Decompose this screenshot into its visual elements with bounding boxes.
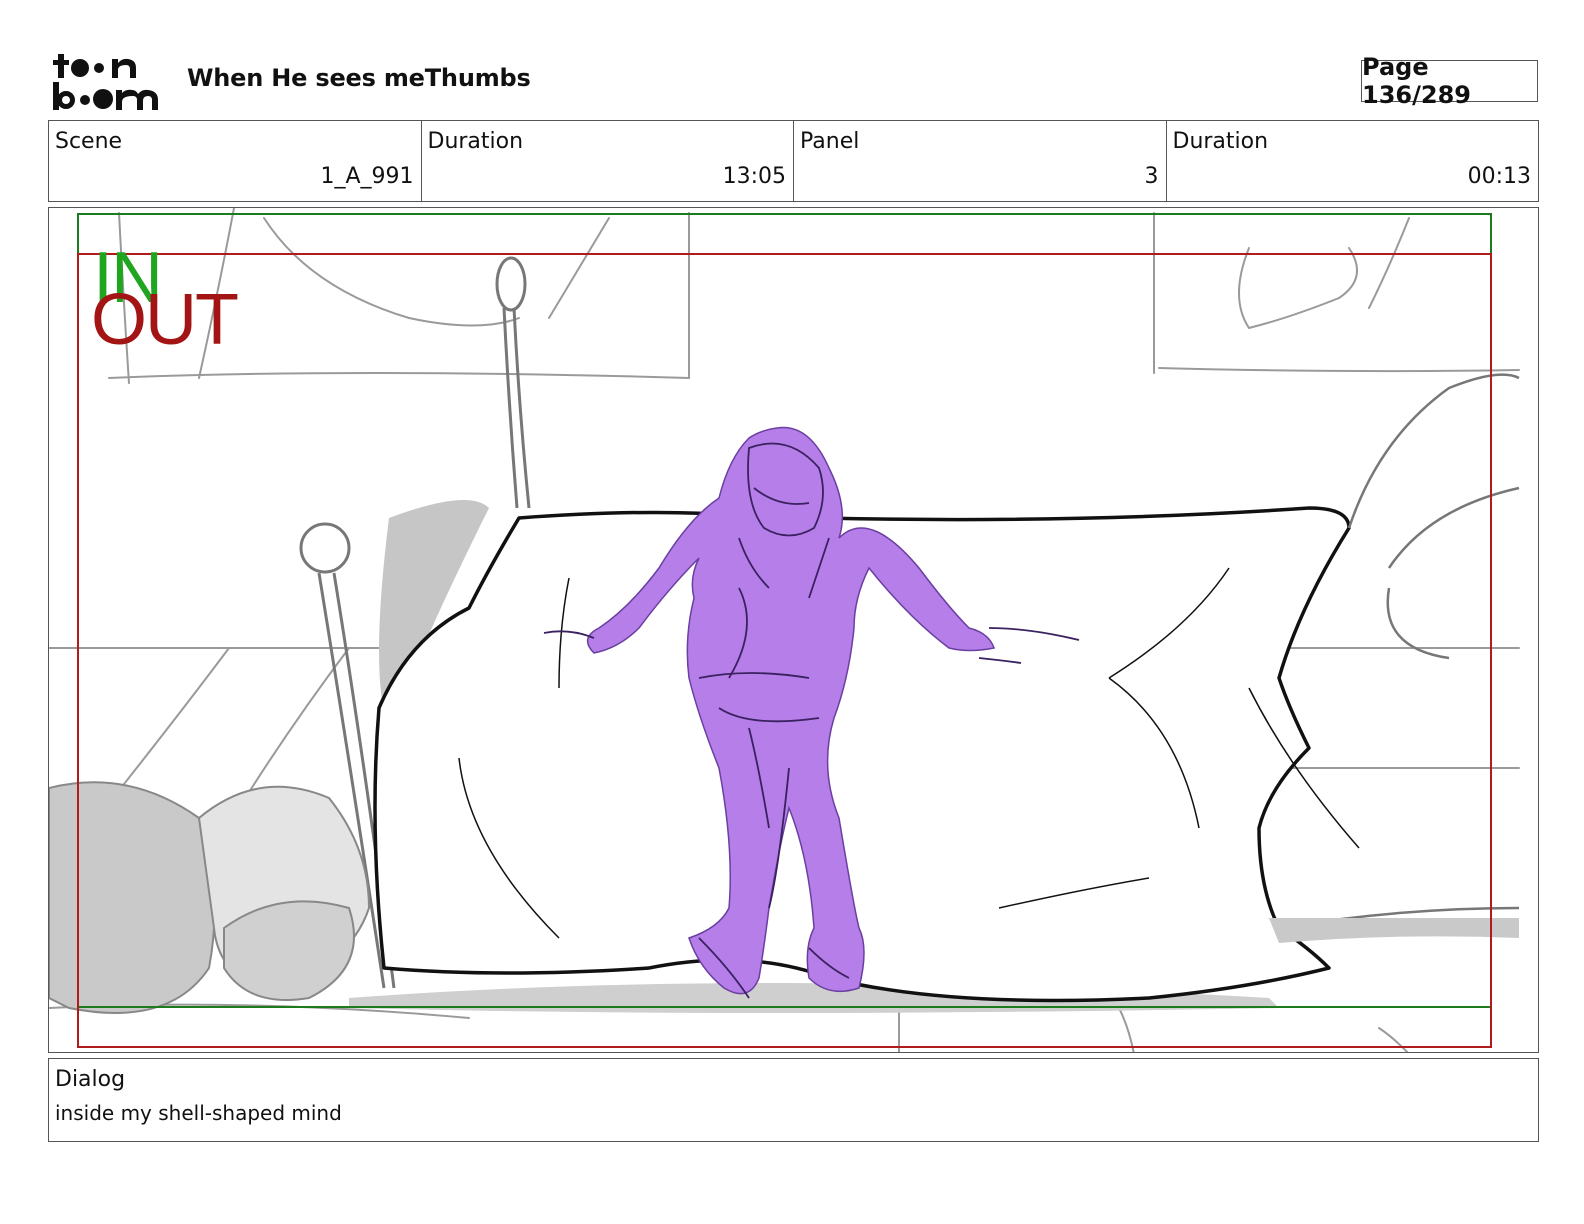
dialog-text: inside my shell-shaped mind (55, 1101, 342, 1125)
panel-duration-cell: Duration 00:13 (1167, 121, 1539, 201)
dialog-label: Dialog (55, 1067, 126, 1092)
toon-boom-logo (52, 50, 164, 112)
scene-duration-cell: Duration 13:05 (422, 121, 794, 201)
bed-frame-right (1278, 373, 1520, 930)
panel-duration-label: Duration (1172, 129, 1269, 154)
document-title: When He sees meThumbs (187, 64, 531, 92)
storyboard-panel: IN OUT (48, 207, 1539, 1053)
panel-cell: Panel 3 (794, 121, 1167, 201)
panel-sketch (49, 208, 1520, 1052)
page-indicator: Page 136/289 (1361, 53, 1538, 109)
panel-duration-value: 00:13 (1467, 164, 1531, 189)
scene-value: 1_A_991 (320, 164, 414, 189)
pillows-sketch (49, 781, 371, 1014)
scene-cell: Scene 1_A_991 (49, 121, 422, 201)
scene-duration-value: 13:05 (722, 164, 786, 189)
scene-duration-label: Duration (427, 129, 524, 154)
scene-label: Scene (55, 129, 123, 154)
dialog-box: Dialog inside my shell-shaped mind (48, 1058, 1539, 1142)
bed-rail-shadow (1269, 918, 1519, 943)
scene-info-table: Scene 1_A_991 Duration 13:05 Panel 3 Dur… (48, 120, 1539, 202)
panel-value: 3 (1144, 164, 1159, 189)
panel-label: Panel (800, 129, 860, 154)
out-label: OUT (91, 280, 239, 360)
